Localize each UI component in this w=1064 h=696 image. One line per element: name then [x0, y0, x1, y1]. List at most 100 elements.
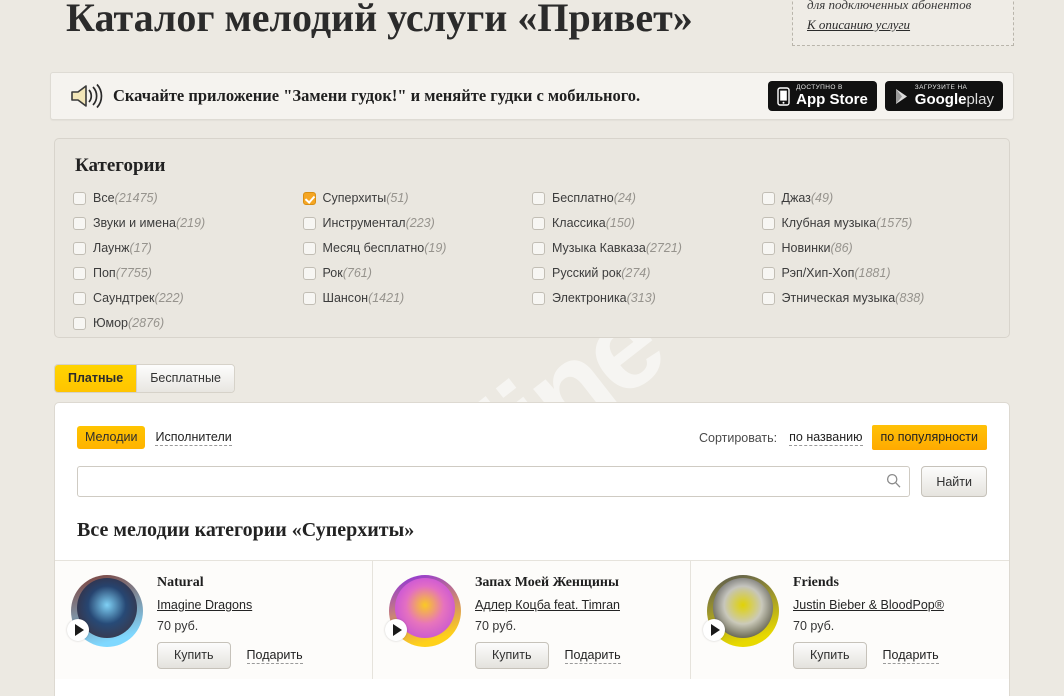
- category-count: (222): [154, 291, 184, 305]
- checkbox-icon[interactable]: [73, 292, 86, 305]
- category-item[interactable]: Музыка Кавказа(2721): [532, 241, 762, 256]
- search-input[interactable]: [77, 466, 911, 497]
- sort-option-by-popularity[interactable]: по популярности: [871, 425, 987, 450]
- category-count: (838): [895, 291, 925, 305]
- buy-button[interactable]: Купить: [793, 642, 867, 669]
- gift-link[interactable]: Подарить: [246, 648, 303, 664]
- checkbox-icon[interactable]: [532, 217, 545, 230]
- category-item[interactable]: Месяц бесплатно(19): [302, 241, 533, 256]
- category-item[interactable]: Бесплатно(24): [532, 191, 762, 206]
- price-tab-free[interactable]: Бесплатные: [137, 365, 234, 392]
- checkbox-icon[interactable]: [761, 217, 775, 230]
- category-label: Русский рок(274): [552, 266, 651, 280]
- checkbox-checked-icon[interactable]: [302, 192, 316, 205]
- cover-wrap: [67, 575, 143, 647]
- checkbox-icon[interactable]: [302, 292, 316, 305]
- track-price: 70 руб.: [793, 619, 835, 633]
- track-list: Natural Imagine Dragons 70 руб. Купить Подар…: [55, 560, 1009, 679]
- track-artist-link[interactable]: Адлер Коцба feat. Timran: [475, 598, 620, 612]
- google-play-big-label-light: play: [966, 91, 994, 109]
- category-label: Месяц бесплатно(19): [322, 241, 447, 255]
- checkbox-icon[interactable]: [532, 292, 545, 305]
- category-label: Джаз(49): [781, 191, 834, 205]
- checkbox-icon[interactable]: [73, 217, 86, 230]
- gift-link[interactable]: Подарить: [882, 648, 939, 664]
- checkbox-icon[interactable]: [532, 242, 545, 255]
- categories-column-4: Джаз(49) Клубная музыка(1575) Новинки(86) Р…: [761, 191, 992, 341]
- google-play-big-label: Google: [914, 91, 967, 109]
- category-item[interactable]: Поп(7755): [73, 266, 303, 281]
- category-count: (86): [830, 241, 853, 255]
- play-icon[interactable]: [703, 619, 725, 641]
- category-item[interactable]: Шансон(1421): [302, 291, 533, 306]
- buy-button[interactable]: Купить: [475, 642, 549, 669]
- checkbox-icon[interactable]: [302, 267, 316, 280]
- category-label: Этническая музыка(838): [781, 291, 925, 305]
- checkbox-icon[interactable]: [532, 192, 545, 205]
- category-label: Звуки и имена(219): [93, 216, 206, 230]
- checkbox-icon[interactable]: [532, 267, 545, 280]
- view-tab-melodies[interactable]: Мелодии: [77, 426, 146, 449]
- category-label: Все(21475): [93, 191, 158, 205]
- category-item[interactable]: Звуки и имена(219): [73, 216, 303, 231]
- category-item[interactable]: Рок(761): [302, 266, 533, 281]
- category-count: (17): [129, 241, 152, 255]
- category-item[interactable]: Инструментал(223): [302, 216, 533, 231]
- content-toolbar: Мелодии Исполнители Сортировать: по назва…: [55, 403, 1009, 450]
- track-title: Friends: [793, 575, 839, 590]
- checkbox-icon[interactable]: [761, 267, 775, 280]
- checkbox-icon[interactable]: [761, 292, 775, 305]
- category-item[interactable]: Классика(150): [532, 216, 762, 231]
- sort-option-by-name[interactable]: по названию: [789, 430, 863, 446]
- categories-column-1: Все(21475) Звуки и имена(219) Лаунж(17) Поп…: [73, 191, 303, 341]
- checkbox-icon[interactable]: [73, 317, 86, 330]
- category-item[interactable]: Новинки(86): [761, 241, 992, 256]
- service-description-link[interactable]: К описанию услуги: [807, 15, 910, 35]
- track-info: Запах Моей Женщины Адлер Коцба feat. Timr…: [475, 575, 680, 669]
- play-icon[interactable]: [385, 619, 407, 641]
- results-heading: Все мелодии категории «Суперхиты»: [77, 519, 415, 541]
- category-label: Классика(150): [552, 216, 635, 230]
- category-item[interactable]: Юмор(2876): [73, 316, 303, 331]
- checkbox-icon[interactable]: [73, 267, 86, 280]
- category-count: (2721): [645, 241, 682, 255]
- category-item[interactable]: Джаз(49): [761, 191, 992, 206]
- checkbox-icon[interactable]: [302, 217, 316, 230]
- search-button[interactable]: Найти: [921, 466, 987, 497]
- category-item[interactable]: Клубная музыка(1575): [761, 216, 992, 231]
- category-count: (1421): [368, 291, 405, 305]
- checkbox-icon[interactable]: [302, 242, 316, 255]
- track-artist-link[interactable]: Imagine Dragons: [157, 598, 252, 612]
- checkbox-icon[interactable]: [761, 192, 775, 205]
- price-tab-paid[interactable]: Платные: [55, 365, 138, 392]
- checkbox-icon[interactable]: [73, 192, 86, 205]
- category-label: Рок(761): [322, 266, 372, 280]
- category-item[interactable]: Лаунж(17): [73, 241, 303, 256]
- play-icon[interactable]: [67, 619, 89, 641]
- search-row: Найти: [55, 450, 1009, 497]
- category-item[interactable]: Все(21475): [73, 191, 303, 206]
- category-label: Электроника(313): [552, 291, 656, 305]
- category-item[interactable]: Рэп/Хип-Хоп(1881): [761, 266, 992, 281]
- category-item[interactable]: Суперхиты(51): [302, 191, 533, 206]
- track-artist-link[interactable]: Justin Bieber & BloodPop®: [793, 598, 944, 612]
- category-count: (313): [626, 291, 656, 305]
- category-item[interactable]: Этническая музыка(838): [761, 291, 992, 306]
- buy-button[interactable]: Купить: [157, 642, 231, 669]
- category-count: (219): [175, 216, 206, 230]
- category-item[interactable]: Электроника(313): [532, 291, 762, 306]
- gift-link[interactable]: Подарить: [564, 648, 621, 664]
- category-count: (19): [424, 241, 447, 255]
- price-type-tabs: Платные Бесплатные: [54, 364, 235, 393]
- categories-columns: Все(21475) Звуки и имена(219) Лаунж(17) Поп…: [73, 191, 991, 341]
- checkbox-icon[interactable]: [761, 242, 775, 255]
- search-icon[interactable]: [886, 473, 901, 488]
- category-label: Шансон(1421): [322, 291, 405, 305]
- google-play-badge[interactable]: Загрузите на Googleplay: [884, 81, 1003, 111]
- view-tab-artists[interactable]: Исполнители: [155, 430, 232, 446]
- category-item[interactable]: Саундтрек(222): [73, 291, 303, 306]
- category-item[interactable]: Русский рок(274): [532, 266, 762, 281]
- category-label: Суперхиты(51): [322, 191, 409, 205]
- checkbox-icon[interactable]: [73, 242, 86, 255]
- app-store-badge[interactable]: Доступно в App Store: [768, 81, 877, 111]
